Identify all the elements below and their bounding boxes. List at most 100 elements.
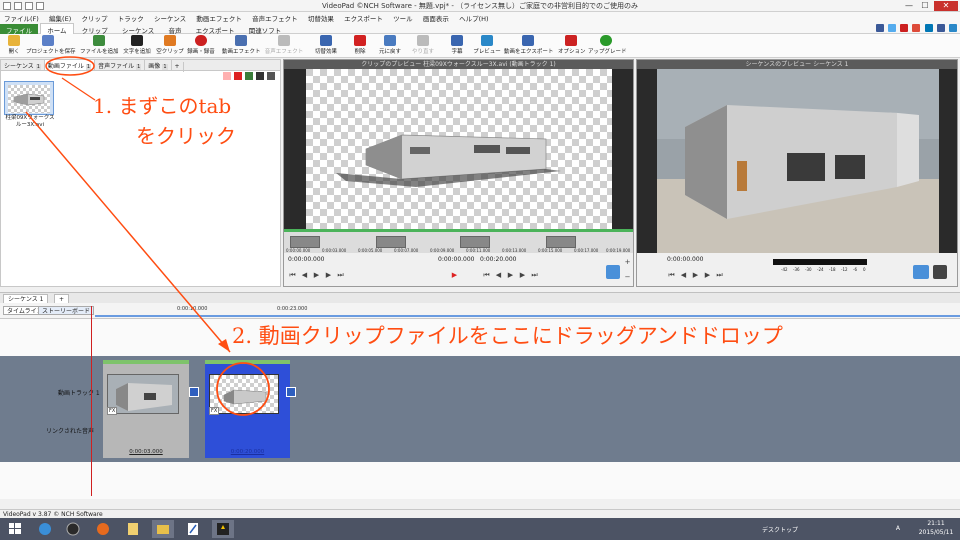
menu-sequence[interactable]: シーケンス	[150, 12, 190, 23]
clock-time[interactable]: 21:11	[916, 520, 956, 527]
bin-tab-video-files[interactable]: 動画ファイル 1	[44, 60, 96, 70]
audio-effects-button[interactable]: 音声エフェクト	[264, 35, 304, 57]
clip-step-forward-button[interactable]: ▶	[518, 271, 527, 280]
subtitles-button[interactable]: 字幕	[446, 35, 468, 57]
preview-icon	[481, 35, 493, 46]
menu-track[interactable]: トラック	[114, 12, 148, 23]
place-on-timeline-icon[interactable]	[606, 265, 620, 279]
menu-file[interactable]: ファイル(F)	[0, 12, 43, 23]
remove-icon[interactable]	[223, 72, 231, 80]
list-view-icon[interactable]	[256, 72, 264, 80]
windows-start-icon[interactable]	[4, 520, 26, 538]
audio-level-meter	[773, 259, 867, 265]
ruler-mark: 0:00:10.000	[177, 306, 208, 312]
display-mode-icon[interactable]	[913, 265, 929, 279]
ie-icon[interactable]	[34, 520, 56, 538]
timeline-clip-1[interactable]: FX 0:00:03.000	[103, 360, 189, 458]
mark-button[interactable]: ▶	[450, 271, 459, 280]
step-forward-button[interactable]: ▶	[324, 271, 333, 280]
video-effects-button[interactable]: 動画エフェクト	[222, 35, 261, 57]
open-button[interactable]: 開く	[4, 35, 24, 57]
menu-view[interactable]: 画面表示	[419, 12, 453, 23]
menu-audio-effects[interactable]: 音声エフェクト	[248, 12, 302, 23]
upgrade-icon	[600, 35, 612, 46]
menu-help[interactable]: ヘルプ(H)	[455, 12, 492, 23]
record-button[interactable]: 録画・録音	[186, 35, 216, 57]
zoom-out-button[interactable]: −	[623, 273, 632, 282]
facebook-icon[interactable]	[875, 24, 884, 32]
bin-tab-sequences[interactable]: シーケンス 1	[1, 60, 45, 70]
video-track-area[interactable]: 動画トラック 1 リンクされた音声 FX 0:00:03.000 FX 0:00…	[0, 356, 960, 462]
save-project-button[interactable]: プロジェクトを保存	[26, 35, 76, 57]
play-button[interactable]: ▶	[312, 271, 321, 280]
seq-goto-start-button[interactable]: ⏮	[667, 271, 676, 280]
seq-play-button[interactable]: ▶	[691, 271, 700, 280]
add-file-button[interactable]: ファイルを追加	[80, 35, 119, 57]
bin-tab-images[interactable]: 画像 1	[145, 60, 172, 70]
seq-goto-end-button[interactable]: ⏭	[715, 271, 724, 280]
ime-indicator[interactable]: A	[896, 525, 900, 532]
storyboard-view-tab[interactable]: ストーリーボード	[38, 306, 95, 315]
app-icon[interactable]	[182, 520, 204, 538]
minimize-button[interactable]: —	[902, 1, 916, 11]
twitter-icon[interactable]	[887, 24, 896, 32]
seq-step-back-button[interactable]: ◀	[679, 271, 688, 280]
upgrade-button[interactable]: アップグレード	[588, 35, 627, 57]
seq-step-forward-button[interactable]: ▶	[703, 271, 712, 280]
menu-export[interactable]: エクスポート	[340, 12, 387, 23]
clock-date[interactable]: 2015/05/11	[916, 529, 956, 536]
menu-video-effects[interactable]: 動画エフェクト	[192, 12, 246, 23]
tab-home[interactable]: ホーム	[40, 23, 74, 35]
clip-time-total: 0:00:20.000	[480, 256, 517, 263]
menu-transitions[interactable]: 切替効果	[304, 12, 338, 23]
menu-edit[interactable]: 編集(E)	[45, 12, 75, 23]
help-icon[interactable]	[949, 24, 957, 32]
media-player-icon[interactable]	[62, 520, 84, 538]
share-icon[interactable]	[936, 24, 945, 32]
undo-button[interactable]: 元に戻す	[374, 35, 406, 57]
transition-handle-icon[interactable]	[286, 387, 296, 397]
status-bar: VideoPad v 3.87 © NCH Software	[0, 509, 960, 518]
desktop-toolbar-label[interactable]: デスクトップ	[762, 525, 798, 534]
timeline-clip-2[interactable]: FX 0:00:20.000	[205, 360, 290, 458]
linkedin-icon[interactable]	[924, 24, 933, 32]
maximize-button[interactable]: ☐	[918, 1, 932, 11]
grid-view-icon[interactable]	[267, 72, 275, 80]
add-text-button[interactable]: 文字を追加	[120, 35, 154, 57]
videopad-taskbar-icon[interactable]	[212, 520, 234, 538]
explorer-icon[interactable]	[152, 520, 174, 538]
clip-play-button[interactable]: ▶	[506, 271, 515, 280]
goto-end-button[interactable]: ⏭	[336, 271, 345, 280]
file-icon[interactable]	[122, 520, 144, 538]
delete-icon[interactable]	[234, 72, 242, 80]
google-plus-icon[interactable]	[912, 24, 921, 32]
snapshot-camera-icon[interactable]	[933, 265, 947, 279]
clip-goto-end-button[interactable]: ⏭	[530, 271, 539, 280]
bin-tab-audio-files[interactable]: 音声ファイル 1	[95, 60, 146, 70]
video-clip-thumbnail[interactable]	[4, 81, 54, 115]
clip-filmstrip[interactable]: 0:00:00.000 0:00:03.000 0:00:05.000 0:00…	[284, 229, 633, 253]
clip-2-fx-badge[interactable]: FX	[209, 407, 220, 415]
zoom-in-button[interactable]: +	[623, 258, 632, 267]
delete-button[interactable]: 削除	[350, 35, 370, 57]
playhead[interactable]	[91, 306, 92, 496]
blank-clip-button[interactable]: 空クリップ	[156, 35, 184, 57]
export-video-button[interactable]: 動画をエクスポート	[504, 35, 553, 57]
redo-button[interactable]: やり直す	[408, 35, 438, 57]
youtube-icon[interactable]	[900, 24, 909, 32]
goto-start-button[interactable]: ⏮	[288, 271, 297, 280]
add-icon[interactable]	[245, 72, 253, 80]
transitions-button[interactable]: 切替効果	[312, 35, 340, 57]
clip-goto-start-button[interactable]: ⏮	[482, 271, 491, 280]
firefox-icon[interactable]	[92, 520, 114, 538]
menu-clip[interactable]: クリップ	[77, 12, 111, 23]
menu-tools[interactable]: ツール	[389, 12, 417, 23]
options-button[interactable]: オプション	[558, 35, 586, 57]
preview-button[interactable]: プレビュー	[472, 35, 502, 57]
clip-step-back-button[interactable]: ◀	[494, 271, 503, 280]
time-ruler[interactable]: 0:00:10.000 0:00:23.000	[95, 303, 960, 317]
close-button[interactable]: ✕	[934, 1, 958, 11]
clip-1-fx-badge[interactable]: FX	[107, 407, 118, 415]
transition-handle-icon[interactable]	[189, 387, 199, 397]
step-back-button[interactable]: ◀	[300, 271, 309, 280]
